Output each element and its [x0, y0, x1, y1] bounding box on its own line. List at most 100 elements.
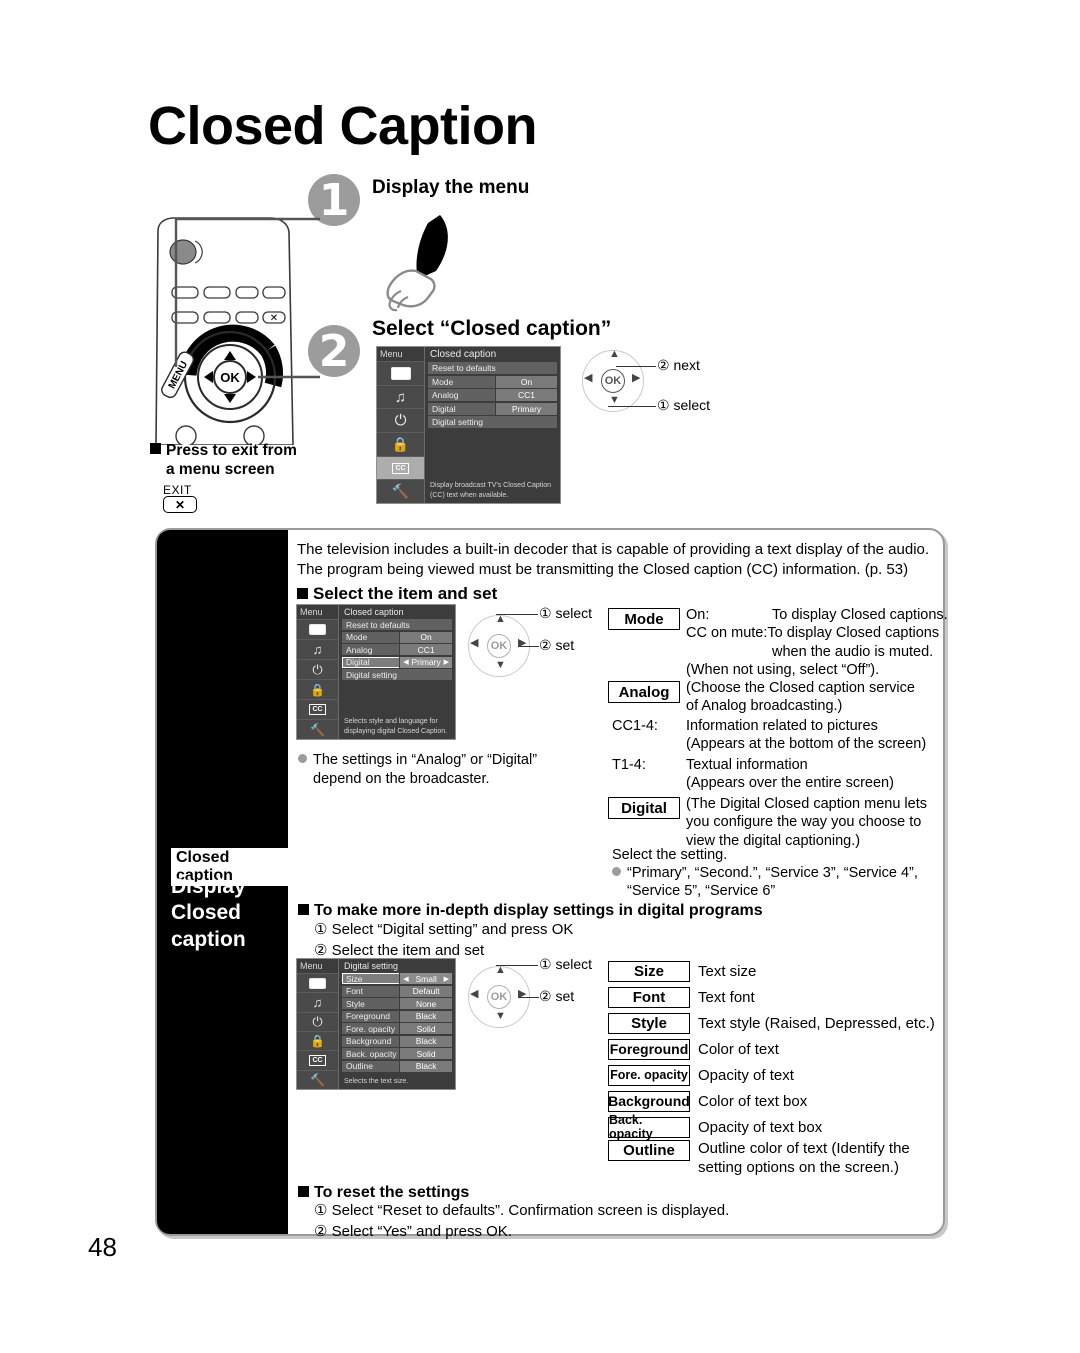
- menu-row-digital-setting[interactable]: Digital setting: [428, 416, 557, 428]
- row-label: Digital setting: [428, 416, 557, 428]
- arrow-right-icon: ▶: [443, 975, 449, 983]
- chip-back-opacity[interactable]: Back. opacity: [608, 1113, 690, 1141]
- row-value: Solid: [399, 1023, 452, 1034]
- row-label: Mode: [428, 375, 496, 388]
- arrow-left-icon[interactable]: ◀: [470, 636, 478, 649]
- ok-button[interactable]: OK: [487, 985, 511, 1009]
- menu-row-back-opacity[interactable]: Back. opacity Solid: [342, 1048, 452, 1059]
- ok-button[interactable]: OK: [601, 369, 625, 393]
- menu-row-background[interactable]: Background Black: [342, 1035, 452, 1047]
- menu-row-reset[interactable]: Reset to defaults: [342, 619, 452, 630]
- heading-indepth: To make more in-depth display settings i…: [298, 902, 763, 920]
- arrow-left-icon[interactable]: ◀: [584, 371, 592, 384]
- section-tab-text: Display Closed caption: [171, 874, 246, 953]
- def-cc-term: CC1-4:: [612, 718, 658, 734]
- chip-digital[interactable]: Digital: [608, 797, 680, 819]
- desc-fore-opacity: Opacity of text: [698, 1066, 794, 1084]
- chip-background[interactable]: Background: [608, 1090, 690, 1112]
- cc-icon[interactable]: CC: [377, 455, 424, 480]
- chip-analog[interactable]: Analog: [608, 681, 680, 703]
- menu-row-digital-setting[interactable]: Digital setting: [342, 669, 452, 680]
- menu-row-size-selected[interactable]: Size ◀ Small ▶: [342, 973, 452, 984]
- menu-row-style[interactable]: Style None: [342, 998, 452, 1009]
- chip-foreground[interactable]: Foreground: [608, 1038, 690, 1060]
- arrow-up-icon[interactable]: ▲: [609, 348, 620, 360]
- arrow-down-icon[interactable]: ▼: [609, 394, 620, 406]
- timer-icon[interactable]: ⏻: [297, 659, 338, 679]
- menu-row-outline[interactable]: Outline Black: [342, 1060, 452, 1072]
- row-value: Black: [399, 1060, 452, 1072]
- def-t-term: T1-4:: [612, 757, 646, 773]
- def-digital: (The Digital Closed caption menu lets yo…: [686, 795, 956, 850]
- menu-row-mode[interactable]: Mode On: [342, 631, 452, 643]
- picture-icon[interactable]: [297, 973, 338, 992]
- row-value-adjustable[interactable]: ◀ Primary ▶: [399, 656, 452, 668]
- def-mode-desc-2: To display Closed captions: [767, 625, 940, 642]
- desc-foreground: Color of text: [698, 1040, 779, 1058]
- picture-icon[interactable]: [377, 361, 424, 385]
- def-analog-line-2: of Analog broadcasting.): [686, 698, 843, 715]
- def-mode: On: To display Closed captions. CC on mut…: [686, 606, 948, 680]
- audio-icon[interactable]: ♫: [297, 992, 338, 1011]
- timer-icon[interactable]: ⏻: [377, 408, 424, 432]
- arrow-down-icon[interactable]: ▼: [495, 659, 506, 671]
- bullet-dot-icon: [612, 867, 621, 876]
- chip-outline[interactable]: Outline: [608, 1140, 690, 1161]
- setup-icon[interactable]: 🔨: [297, 1069, 338, 1089]
- chip-size[interactable]: Size: [608, 960, 690, 982]
- picture-icon[interactable]: [297, 619, 338, 639]
- row-label: Background: [342, 1035, 400, 1047]
- chip-mode[interactable]: Mode: [608, 608, 680, 630]
- heading-select-item: Select the item and set: [297, 584, 933, 604]
- svg-text:✕: ✕: [270, 313, 278, 324]
- chip-font[interactable]: Font: [608, 986, 690, 1008]
- def-mode-line-4: (When not using, select “Off”).: [686, 662, 880, 679]
- cc-icon[interactable]: CC: [297, 699, 338, 719]
- menu-row-analog[interactable]: Analog CC1: [342, 644, 452, 655]
- arrow-right-icon[interactable]: ▶: [632, 371, 640, 384]
- menu-row-font[interactable]: Font Default: [342, 985, 452, 997]
- def-t-desc-2: (Appears over the entire screen): [686, 775, 894, 792]
- arrow-down-icon[interactable]: ▼: [495, 1010, 506, 1022]
- chip-style[interactable]: Style: [608, 1012, 690, 1034]
- menu-rail-title: Menu: [297, 605, 338, 619]
- audio-icon[interactable]: ♫: [297, 639, 338, 659]
- tab-line-3: caption: [171, 927, 246, 951]
- menu-row-digital-selected[interactable]: Digital ◀ Primary ▶: [342, 656, 452, 668]
- menu-row-analog[interactable]: Analog CC1: [428, 389, 557, 401]
- timer-icon[interactable]: ⏻: [297, 1011, 338, 1031]
- setup-icon[interactable]: 🔨: [377, 479, 424, 503]
- chip-fore-opacity[interactable]: Fore. opacity: [608, 1064, 690, 1086]
- lock-icon[interactable]: 🔒: [297, 1030, 338, 1050]
- arrow-left-icon[interactable]: ◀: [470, 987, 478, 1000]
- desc-outline-2: setting options on the screen.): [698, 1158, 899, 1176]
- ok-button[interactable]: OK: [487, 634, 511, 658]
- nav-wheel-step2: OK ▲ ▼ ◀ ▶: [582, 348, 644, 412]
- menu-row-fore-opacity[interactable]: Fore. opacity Solid: [342, 1023, 452, 1034]
- intro-line-2: The program being viewed must be transmi…: [297, 560, 909, 578]
- bullet-square-icon: [298, 1186, 309, 1197]
- desc-style: Text style (Raised, Depressed, etc.): [698, 1014, 935, 1032]
- menu-rail-title: Menu: [297, 959, 338, 973]
- menu-icon-rail: Menu ♫ ⏻ 🔒 CC 🔨: [297, 605, 339, 739]
- menu-row-mode[interactable]: Mode On: [428, 375, 557, 388]
- def-mode-term-1: On:: [686, 607, 710, 623]
- setup-icon[interactable]: 🔨: [297, 719, 338, 739]
- lock-icon[interactable]: 🔒: [297, 679, 338, 699]
- row-value: Black: [399, 1035, 452, 1047]
- cc-icon[interactable]: CC: [297, 1050, 338, 1069]
- row-value-adjustable[interactable]: ◀ Small ▶: [399, 973, 452, 984]
- lock-icon[interactable]: 🔒: [377, 432, 424, 456]
- row-label: Font: [342, 985, 400, 997]
- def-cc-range: CC1-4: Information related to pictures (A…: [612, 717, 952, 754]
- exit-key-button[interactable]: ✕: [163, 496, 197, 513]
- audio-icon[interactable]: ♫: [377, 384, 424, 409]
- row-label: Outline: [342, 1060, 400, 1072]
- menu-row-foreground[interactable]: Foreground Black: [342, 1010, 452, 1022]
- menu-row-digital[interactable]: Digital Primary: [428, 402, 557, 415]
- intro-line-1: The television includes a built-in decod…: [297, 541, 930, 558]
- heading-reset: To reset the settings: [298, 1184, 469, 1202]
- row-value: CC1: [399, 644, 452, 655]
- arrow-right-icon: ▶: [443, 659, 449, 666]
- menu-row-reset[interactable]: Reset to defaults: [428, 362, 557, 374]
